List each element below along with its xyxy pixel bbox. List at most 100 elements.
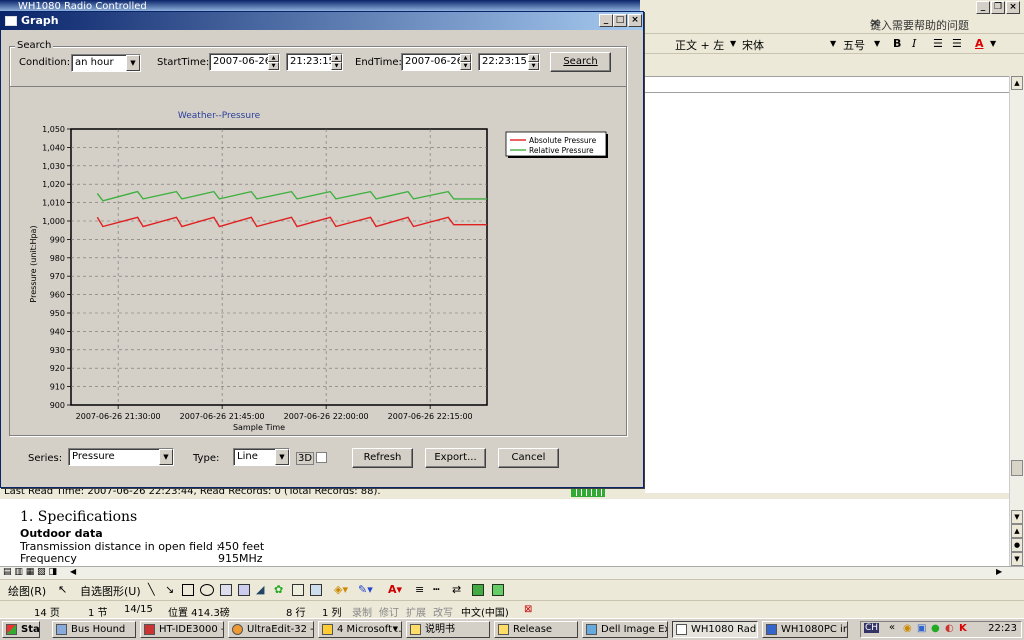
status-track[interactable]: 修订: [379, 604, 399, 619]
font-size-select[interactable]: 五号: [843, 37, 865, 53]
arrow-style-icon[interactable]: ⇄: [452, 583, 461, 596]
start-date-picker[interactable]: 2007-06-26 ▲ ▼: [209, 53, 280, 71]
fill-color-icon[interactable]: ◈▾: [334, 583, 348, 596]
search-button[interactable]: Search: [550, 52, 611, 72]
chevron-down-icon[interactable]: ▼: [730, 39, 736, 48]
textbox-icon[interactable]: [220, 584, 232, 596]
scroll-right-icon[interactable]: ▶: [996, 567, 1002, 576]
scroll-up-icon[interactable]: ▲: [1011, 76, 1023, 90]
taskbar-item-dell-image[interactable]: Dell Image Ex...: [582, 621, 668, 638]
tray-icon[interactable]: ◉: [903, 623, 912, 634]
bold-button[interactable]: B: [893, 37, 901, 50]
chevron-down-icon[interactable]: ▼: [990, 39, 996, 48]
word-restore-button[interactable]: ❐: [991, 1, 1005, 14]
spin-up-icon[interactable]: ▲: [268, 54, 279, 62]
chevron-down-icon[interactable]: ▼: [874, 39, 880, 48]
taskbar-item-ht-ide[interactable]: HT-IDE3000 - ...: [140, 621, 224, 638]
end-time-picker[interactable]: 22:23:15 ▲ ▼: [478, 53, 540, 71]
line-color-icon[interactable]: ✎▾: [358, 583, 373, 596]
time-spinner[interactable]: ▲ ▼: [528, 54, 539, 70]
line-style-icon[interactable]: ≡: [415, 583, 424, 596]
justify-icon[interactable]: ☰: [952, 37, 962, 50]
spin-down-icon[interactable]: ▼: [268, 62, 279, 70]
cancel-button[interactable]: Cancel: [498, 448, 559, 468]
spin-up-icon[interactable]: ▲: [460, 54, 471, 62]
tray-icon[interactable]: ◐: [945, 623, 954, 634]
taskbar-item-microsoft[interactable]: 4 Microsoft ... ▼: [318, 621, 402, 638]
language-indicator[interactable]: CH: [864, 623, 880, 633]
antivirus-icon[interactable]: K: [959, 623, 967, 634]
start-button[interactable]: Start: [2, 621, 40, 638]
chevron-down-icon[interactable]: ▼: [159, 449, 173, 465]
view-buttons-icon[interactable]: ▤ ▥ ▦ ▧ ◨: [3, 567, 57, 577]
spin-down-icon[interactable]: ▼: [460, 62, 471, 70]
diagram-icon[interactable]: ✿: [274, 583, 283, 596]
status-overtype[interactable]: 改写: [433, 604, 453, 619]
font-select[interactable]: 宋体: [742, 37, 764, 53]
clock[interactable]: 22:23: [988, 623, 1017, 634]
taskbar-item-bus-hound[interactable]: Bus Hound: [52, 621, 136, 638]
status-record[interactable]: 录制: [352, 604, 372, 619]
spin-up-icon[interactable]: ▲: [331, 54, 342, 62]
date-spinner[interactable]: ▲ ▼: [268, 54, 279, 70]
spin-down-icon[interactable]: ▼: [528, 62, 539, 70]
scroll-down-icon[interactable]: ▼: [1011, 510, 1023, 524]
taskbar-item-release[interactable]: Release: [494, 621, 578, 638]
scrollbar-thumb[interactable]: [1011, 460, 1023, 476]
vertical-scrollbar[interactable]: ▲ ▼ ▲ ● ▼: [1009, 76, 1024, 566]
wordart-icon[interactable]: ◢: [256, 583, 264, 596]
vertical-textbox-icon[interactable]: [238, 584, 250, 596]
previous-page-icon[interactable]: ▲: [1011, 524, 1023, 538]
chevron-down-icon[interactable]: ▼: [830, 39, 836, 48]
next-page-icon[interactable]: ▼: [1011, 552, 1023, 566]
oval-icon[interactable]: [200, 584, 214, 596]
network-icon[interactable]: ▣: [917, 623, 926, 634]
font-color-icon[interactable]: A▾: [388, 583, 402, 596]
graph-titlebar[interactable]: Graph _ □ ×: [1, 12, 643, 30]
picture-icon[interactable]: [310, 584, 322, 596]
font-color-button[interactable]: A: [975, 37, 984, 50]
autoshapes-menu[interactable]: 自选图形(U): [80, 583, 141, 599]
browse-object-icon[interactable]: ●: [1011, 538, 1023, 552]
chevron-left-icon[interactable]: «: [889, 622, 895, 633]
time-spinner[interactable]: ▲ ▼: [331, 54, 342, 70]
line-icon[interactable]: ╲: [148, 583, 155, 596]
end-date-picker[interactable]: 2007-06-26 ▲ ▼: [401, 53, 472, 71]
spin-down-icon[interactable]: ▼: [331, 62, 342, 70]
refresh-button[interactable]: Refresh: [352, 448, 413, 468]
rectangle-icon[interactable]: [182, 584, 194, 596]
draw-menu[interactable]: 绘图(R): [8, 583, 46, 599]
word-minimize-button[interactable]: _: [976, 1, 990, 14]
style-select[interactable]: 正文 + 左: [675, 37, 724, 53]
tray-icon[interactable]: ●: [931, 623, 940, 634]
horizontal-scrollbar[interactable]: ▤ ▥ ▦ ▧ ◨ ◀ ▶: [0, 566, 1024, 579]
document-body[interactable]: [0, 499, 1009, 566]
align-left-icon[interactable]: ☰: [933, 37, 943, 50]
spin-up-icon[interactable]: ▲: [528, 54, 539, 62]
close-icon[interactable]: ✕: [870, 16, 1008, 30]
taskbar-item-ultraedit[interactable]: UltraEdit-32 - ...: [228, 621, 314, 638]
select-objects-icon[interactable]: ↖: [58, 583, 67, 596]
status-extend[interactable]: 扩展: [406, 604, 426, 619]
spelling-check-icon[interactable]: ⊠: [524, 604, 532, 615]
chevron-down-icon[interactable]: ▼: [126, 55, 140, 71]
word-close-button[interactable]: ×: [1006, 1, 1020, 14]
arrow-icon[interactable]: ↘: [165, 583, 174, 596]
scroll-left-icon[interactable]: ◀: [70, 567, 76, 576]
italic-button[interactable]: I: [912, 37, 916, 50]
chevron-down-icon[interactable]: ▼: [275, 449, 289, 465]
3d-checkbox[interactable]: [316, 452, 327, 463]
type-select[interactable]: Line ▼: [233, 448, 290, 466]
series-select[interactable]: Pressure ▼: [68, 448, 174, 466]
3d-style-icon[interactable]: [492, 584, 504, 596]
taskbar-item-manual[interactable]: 说明书: [406, 621, 490, 638]
clipart-icon[interactable]: [292, 584, 304, 596]
taskbar-item-wh1080pc[interactable]: WH1080PC in...: [762, 621, 848, 638]
word-document-page[interactable]: [645, 93, 1009, 493]
date-spinner[interactable]: ▲ ▼: [460, 54, 471, 70]
start-time-picker[interactable]: 21:23:15 ▲ ▼: [286, 53, 343, 71]
shadow-icon[interactable]: [472, 584, 484, 596]
maximize-button[interactable]: □: [613, 14, 627, 27]
export-button[interactable]: Export...: [425, 448, 486, 468]
minimize-button[interactable]: _: [599, 14, 613, 27]
